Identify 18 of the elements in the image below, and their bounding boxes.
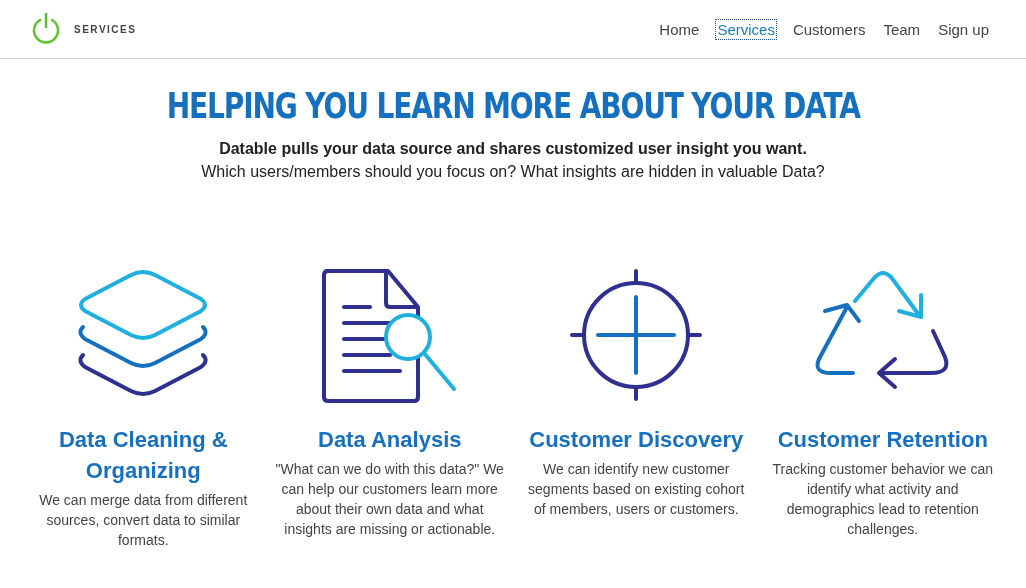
nav-link[interactable]: Team [882,19,922,39]
feature-description: "What can we do with this data?" We can help our customers learn more about their own data and what insights are missing or actionable. [274,460,505,539]
feature-title: Customer Retention [777,426,988,454]
nav-link[interactable]: Sign up [937,19,990,39]
feature-title: Customer Discovery [529,426,744,454]
feature-title: Data Cleaning & Organizing [58,426,229,485]
lead-text: Datable pulls your data source and shares customized user insight you want. [219,140,807,158]
nav-link[interactable]: Customers [791,19,867,39]
nav-link[interactable]: Home [658,19,701,39]
feature-description: Tracking customer behavior we can identify what activity and demographics lead to retention challenges. [771,460,994,539]
brand-name: SERVICES [74,23,137,35]
feature-description: We can identify new customer segments based on existing cohort of members, users or customers. [527,460,746,519]
subtitle-text: Which users/members should you focus on? What insights are hidden in valuable Data? [201,163,825,181]
feature-description: We can merge data from different sources, convert data to similar formats. [38,491,249,550]
power-icon [30,13,62,45]
feature-title: Data Analysis [318,426,462,454]
page-heading: HELPING YOU LEARN MORE ABOUT YOUR DATA [166,85,860,126]
nav-link[interactable]: Services [716,19,776,39]
